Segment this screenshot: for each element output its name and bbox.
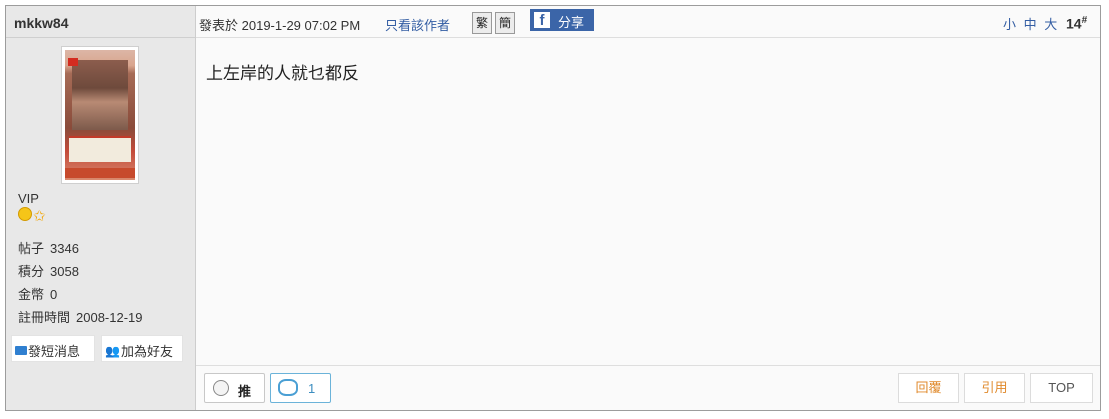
floor-value: 14 [1066,15,1082,32]
flag-icon [68,58,78,66]
user-group[interactable]: VIP [18,191,39,206]
add-friend-icon: 👥 [105,344,120,358]
floor-number[interactable]: 14# [1066,15,1087,32]
avatar-image [65,50,135,180]
quote-button[interactable]: 引用 [964,373,1025,403]
avatar[interactable] [61,46,139,184]
stat-coins: 金幣 0 [18,284,143,307]
stat-register-date: 註冊時間 2008-12-19 [18,307,143,330]
facebook-icon: f [534,12,550,29]
post-header: 發表於 2019-1-29 07:02 PM 只看該作者 繁 簡 f 分享 小 … [196,6,1100,38]
font-medium-link[interactable]: 中 [1024,17,1039,32]
posted-prefix: 發表於 [199,18,239,33]
user-stats: 帖子 3346 積分 3058 金幣 0 註冊時間 2008-12-19 [18,238,143,330]
post-timestamp: 發表於 2019-1-29 07:02 PM [199,15,360,34]
smile-medal-icon [18,207,32,221]
stat-label: 帖子 [18,241,45,256]
post-footer: 推 1 回覆 引用 TOP [196,365,1100,410]
stat-posts: 帖子 3346 [18,238,143,261]
envelope-icon [15,346,27,355]
medal-list: ✩ [18,207,48,224]
post-container: mkkw84 VIP ✩ 帖子 3346 積分 3058 金幣 0 註冊時間 2… [5,5,1101,411]
font-small-link[interactable]: 小 [1003,17,1018,32]
stat-value: 3058 [50,264,79,279]
stat-label: 註冊時間 [18,310,71,325]
star-medal-icon: ✩ [33,208,46,225]
add-friend-label: 加為好友 [120,344,173,359]
stat-value[interactable]: 3346 [50,241,79,256]
boo-count: 1 [308,381,316,396]
push-button[interactable]: 推 [204,373,265,403]
stat-value: 0 [50,287,58,302]
boo-button[interactable]: 1 [270,373,331,403]
send-message-button[interactable]: 發短消息 [11,335,95,362]
post-content: 上左岸的人就乜都反 [206,64,359,83]
stat-label: 金幣 [18,287,45,302]
font-large-link[interactable]: 大 [1044,17,1059,32]
author-sidebar: mkkw84 VIP ✩ 帖子 3346 積分 3058 金幣 0 註冊時間 2… [6,6,196,410]
traditional-button[interactable]: 繁 [472,12,492,34]
floor-mark: # [1081,15,1088,26]
facebook-share-button[interactable]: f 分享 [530,9,594,31]
avatar-photo-area [72,60,128,130]
author-name[interactable]: mkkw84 [6,6,195,38]
stat-label: 積分 [18,264,45,279]
only-author-link[interactable]: 只看該作者 [385,15,450,34]
font-size-switcher: 小 中 大 [1003,14,1059,33]
posted-time: 2019-1-29 07:02 PM [241,18,361,33]
simplified-button[interactable]: 簡 [495,12,515,34]
stat-value: 2008-12-19 [76,310,143,325]
reply-button[interactable]: 回覆 [898,373,959,403]
back-to-top-button[interactable]: TOP [1030,373,1093,403]
stat-credits: 積分 3058 [18,261,143,284]
add-friend-button[interactable]: 👥加為好友 [101,335,183,362]
share-label: 分享 [558,15,585,30]
avatar-banner [69,136,131,162]
send-message-label: 發短消息 [28,344,81,359]
push-label: 推 [238,384,252,399]
push-face-icon [213,380,229,396]
avatar-bottom-strip [65,168,135,178]
pig-icon [278,379,298,396]
